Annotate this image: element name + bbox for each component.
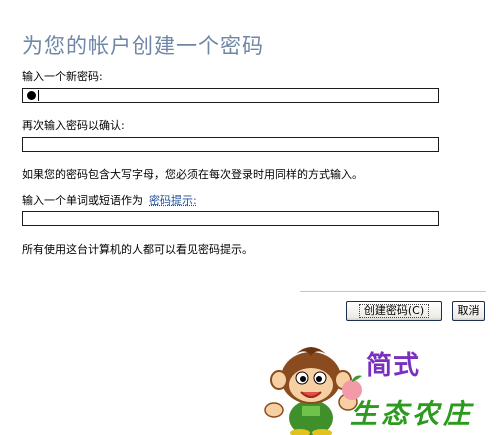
create-password-button-label: 创建密码(C): [358, 304, 430, 318]
case-sensitivity-note: 如果您的密码包含大写字母，您必须在每次登录时用同样的方式输入。: [22, 168, 363, 181]
password-hint-label-text: 输入一个单词或短语作为: [22, 194, 143, 207]
new-password-label: 输入一个新密码:: [22, 70, 103, 83]
password-hint-link[interactable]: 密码提示:: [149, 194, 197, 207]
confirm-password-field[interactable]: [22, 137, 439, 152]
cancel-button[interactable]: 取消: [452, 301, 485, 321]
password-hint-field[interactable]: [22, 211, 439, 226]
create-password-button[interactable]: 创建密码(C): [346, 301, 442, 321]
watermark-brand-line2: 生态农庄: [350, 399, 474, 430]
password-hint-label: 输入一个单词或短语作为 密码提示:: [22, 192, 197, 208]
password-mask-dot: [27, 91, 36, 100]
hint-visibility-note: 所有使用这台计算机的人都可以看见密码提示。: [22, 243, 253, 256]
page-title: 为您的帐户创建一个密码: [22, 34, 264, 58]
new-password-field[interactable]: [22, 88, 439, 103]
text-caret: [38, 90, 39, 101]
button-separator: [300, 291, 486, 292]
confirm-password-label: 再次输入密码以确认:: [22, 119, 125, 132]
watermark-brand-line1: 简式: [366, 351, 421, 381]
